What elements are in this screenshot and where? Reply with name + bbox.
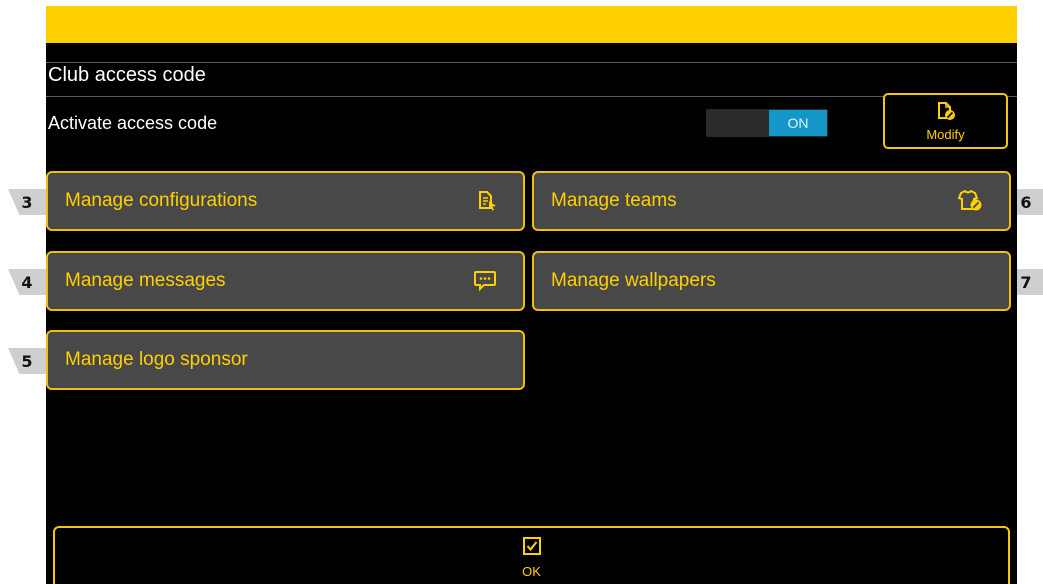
manage-logo-sponsor-button[interactable]: Manage logo sponsor: [46, 330, 525, 390]
divider-top: [46, 62, 1017, 63]
manage-configurations-label: Manage configurations: [65, 190, 258, 211]
manage-wallpapers-button[interactable]: Manage wallpapers: [532, 251, 1011, 311]
callout-3: 3: [8, 189, 46, 215]
document-edit-icon: [935, 101, 957, 125]
chat-bubble-icon: [473, 270, 497, 292]
callout-number: 3: [21, 192, 33, 212]
callout-number: 7: [1020, 272, 1032, 292]
modify-label: Modify: [926, 126, 965, 142]
shirt-edit-icon: [955, 190, 983, 212]
callout-5: 5: [8, 348, 46, 374]
ok-button[interactable]: OK: [53, 526, 1010, 584]
callout-4: 4: [8, 269, 46, 295]
manage-logo-sponsor-label: Manage logo sponsor: [65, 349, 248, 370]
device-screen: Club access code Activate access code ON…: [46, 6, 1017, 584]
document-cursor-icon: [477, 190, 497, 212]
callout-number: 5: [21, 351, 33, 371]
divider-heading: [46, 96, 1017, 97]
manage-configurations-button[interactable]: Manage configurations: [46, 171, 525, 231]
manage-teams-button[interactable]: Manage teams: [532, 171, 1011, 231]
section-heading: Club access code: [48, 64, 206, 86]
manage-wallpapers-label: Manage wallpapers: [551, 270, 716, 291]
top-bar: [46, 6, 1017, 43]
modify-button[interactable]: Modify: [883, 93, 1008, 149]
access-code-toggle[interactable]: ON: [706, 109, 828, 137]
manage-teams-label: Manage teams: [551, 190, 677, 211]
manage-messages-label: Manage messages: [65, 270, 226, 291]
manage-messages-button[interactable]: Manage messages: [46, 251, 525, 311]
callout-number: 6: [1020, 192, 1032, 212]
checkbox-icon: [522, 536, 542, 560]
callout-number: 4: [21, 272, 33, 292]
activate-label: Activate access code: [48, 113, 218, 133]
ok-label: OK: [522, 564, 541, 579]
toggle-on-label: ON: [769, 110, 827, 136]
